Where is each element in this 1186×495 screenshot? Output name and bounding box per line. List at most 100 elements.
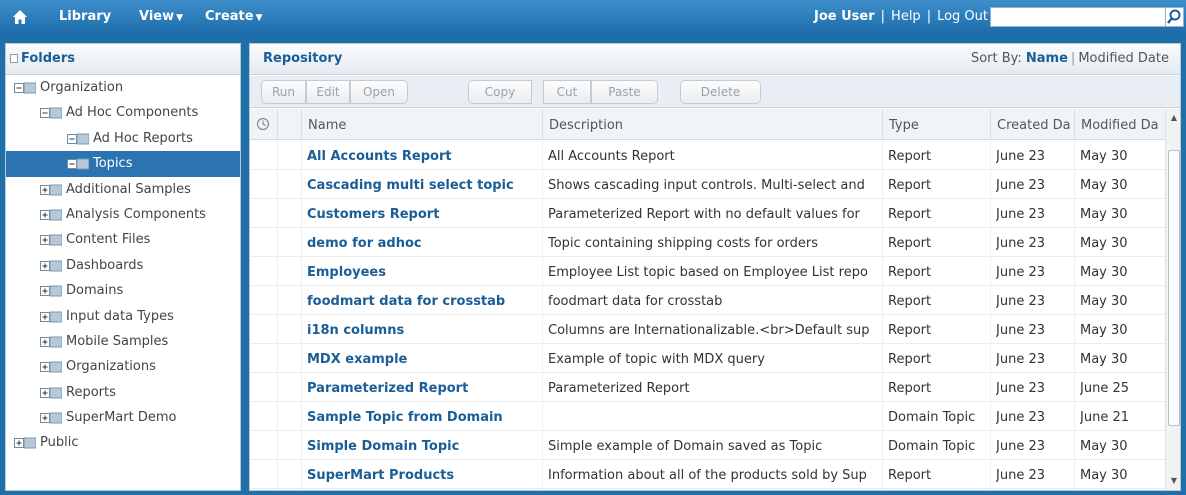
column-header-type[interactable]: Type <box>882 109 990 140</box>
logout-link[interactable]: Log Out <box>937 9 988 24</box>
column-header-description[interactable]: Description <box>542 109 882 140</box>
column-header-name[interactable]: Name <box>301 109 542 140</box>
table-row[interactable]: foodmart data for crosstab foodmart data … <box>250 286 1165 315</box>
resource-name-link[interactable]: Customers Report <box>307 199 540 228</box>
resource-description: All Accounts Report <box>548 149 675 164</box>
open-button[interactable]: Open <box>350 80 408 104</box>
folder-item[interactable]: Domains <box>6 278 240 303</box>
folder-item[interactable]: Ad Hoc Components <box>6 100 240 125</box>
collapse-folder-icon[interactable] <box>14 82 36 94</box>
table-row[interactable]: SuperMart Products Information about all … <box>250 460 1165 489</box>
table-row[interactable]: MDX example Example of topic with MDX que… <box>250 344 1165 373</box>
folder-item[interactable]: Dashboards <box>6 253 240 278</box>
resource-description: Parameterized Report <box>548 381 690 396</box>
expand-folder-icon[interactable] <box>40 412 62 424</box>
folder-label: Dashboards <box>66 257 144 273</box>
folder-item[interactable]: Organization <box>6 75 240 100</box>
folder-item[interactable]: Organizations <box>6 354 240 379</box>
resource-name-link[interactable]: Sample Topic from Domain <box>307 402 540 431</box>
collapse-folder-icon[interactable] <box>67 133 89 145</box>
resource-created-date: June 23 <box>996 468 1045 483</box>
resource-name-link[interactable]: i18n columns <box>307 315 540 344</box>
resource-type: Report <box>888 236 932 251</box>
run-button[interactable]: Run <box>261 80 306 104</box>
expand-folder-icon[interactable] <box>40 260 62 272</box>
search-input[interactable] <box>990 7 1166 27</box>
expand-folder-icon[interactable] <box>40 285 62 297</box>
collapse-folder-icon[interactable] <box>40 107 62 119</box>
resource-name-link[interactable]: foodmart data for crosstab <box>307 286 540 315</box>
expand-folder-icon[interactable] <box>40 336 62 348</box>
folder-item[interactable]: Topics <box>6 151 240 177</box>
copy-button[interactable]: Copy <box>468 80 532 104</box>
column-header-created-date[interactable]: Created Da <box>990 109 1074 140</box>
home-icon[interactable] <box>12 9 28 25</box>
expand-folder-icon[interactable] <box>40 311 62 323</box>
folder-label: Mobile Samples <box>66 333 169 349</box>
resource-name-link[interactable]: demo for adhoc <box>307 228 540 257</box>
view-menu[interactable]: View ▼ <box>139 0 183 34</box>
expand-folder-icon[interactable] <box>40 361 62 373</box>
expand-folder-icon[interactable] <box>40 234 62 246</box>
delete-button[interactable]: Delete <box>680 80 761 104</box>
resource-name-link[interactable]: Simple Domain Topic <box>307 431 540 460</box>
expand-folder-icon[interactable] <box>40 209 62 221</box>
folder-item[interactable]: Input data Types <box>6 304 240 329</box>
vertical-scrollbar[interactable]: ▲ ▼ <box>1165 109 1180 490</box>
table-row[interactable]: Employees Employee List topic based on Em… <box>250 257 1165 286</box>
create-menu[interactable]: Create ▼ <box>205 0 263 34</box>
table-row[interactable]: Customers Report Parameterized Report wit… <box>250 199 1165 228</box>
collapse-panel-icon[interactable] <box>10 54 18 63</box>
resource-type: Report <box>888 381 932 396</box>
table-row[interactable]: demo for adhoc Topic containing shipping … <box>250 228 1165 257</box>
column-header-modified-date[interactable]: Modified Da <box>1074 109 1165 140</box>
folder-item[interactable]: Mobile Samples <box>6 329 240 354</box>
cut-button[interactable]: Cut <box>543 80 591 104</box>
scroll-up-icon[interactable]: ▲ <box>1169 114 1179 122</box>
resource-name-link[interactable]: Cascading multi select topic <box>307 170 540 199</box>
folder-label: Content Files <box>66 232 151 248</box>
resource-name-link[interactable]: Employees <box>307 257 540 286</box>
scroll-down-icon[interactable]: ▼ <box>1169 477 1179 485</box>
collapse-folder-icon[interactable] <box>67 158 89 170</box>
table-row[interactable]: i18n columns Columns are Internationaliza… <box>250 315 1165 344</box>
folder-item[interactable]: Reports <box>6 380 240 405</box>
folder-item[interactable]: Ad Hoc Reports <box>6 126 240 151</box>
table-row[interactable]: Parameterized Report Parameterized Report… <box>250 373 1165 402</box>
folder-label: SuperMart Demo <box>66 410 177 426</box>
expand-folder-icon[interactable] <box>40 184 62 196</box>
resource-type: Report <box>888 468 932 483</box>
resource-type: Report <box>888 265 932 280</box>
scroll-thumb[interactable] <box>1168 150 1180 426</box>
search-button[interactable] <box>1166 7 1184 27</box>
table-row[interactable]: Cascading multi select topic Shows cascad… <box>250 170 1165 199</box>
folder-item[interactable]: Public <box>6 430 240 455</box>
folder-item[interactable]: Additional Samples <box>6 177 240 202</box>
expand-folder-icon[interactable] <box>40 387 62 399</box>
sort-by-name[interactable]: Name <box>1026 51 1068 66</box>
separator: | <box>880 9 886 24</box>
resource-type: Report <box>888 352 932 367</box>
folder-item[interactable]: SuperMart Demo <box>6 405 240 430</box>
table-row[interactable]: Sample Topic from Domain Domain Topic June… <box>250 402 1165 431</box>
table-row[interactable]: All Accounts Report All Accounts Report Re… <box>250 141 1165 170</box>
resource-name-link[interactable]: Parameterized Report <box>307 373 540 402</box>
resource-name-link[interactable]: SuperMart Products <box>307 460 540 489</box>
table-row[interactable]: Simple Domain Topic Simple example of Dom… <box>250 431 1165 460</box>
resource-name-link[interactable]: All Accounts Report <box>307 141 540 170</box>
repository-header: Repository Sort By: Name | Modified Date <box>250 44 1180 75</box>
clock-icon[interactable] <box>256 117 270 131</box>
folder-item[interactable]: Analysis Components <box>6 202 240 227</box>
paste-button[interactable]: Paste <box>591 80 658 104</box>
folder-item[interactable]: Content Files <box>6 227 240 252</box>
help-link[interactable]: Help <box>891 9 921 24</box>
resource-name-link[interactable]: MDX example <box>307 344 540 373</box>
folder-label: Analysis Components <box>66 206 206 222</box>
library-menu[interactable]: Library <box>59 0 111 34</box>
expand-folder-icon[interactable] <box>14 437 36 449</box>
edit-button[interactable]: Edit <box>306 80 350 104</box>
resource-modified-date: June 25 <box>1080 381 1129 396</box>
folder-label: Ad Hoc Reports <box>93 130 193 146</box>
resource-description: Employee List topic based on Employee Li… <box>548 265 868 280</box>
sort-by-modified-date[interactable]: Modified Date <box>1078 51 1169 66</box>
